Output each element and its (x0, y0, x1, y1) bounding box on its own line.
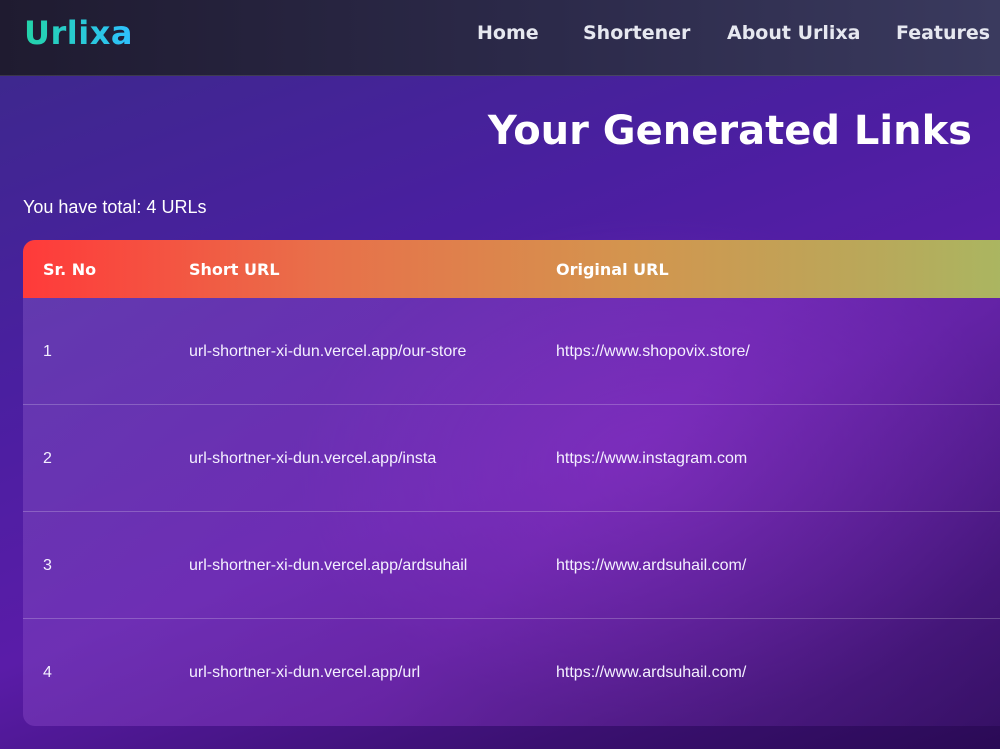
short-url-link[interactable]: url-shortner-xi-dun.vercel.app/our-store (189, 343, 466, 361)
table-body: 1 url-shortner-xi-dun.vercel.app/our-sto… (23, 298, 1000, 726)
table-row: 4 url-shortner-xi-dun.vercel.app/url htt… (23, 619, 1000, 726)
nav-link-about[interactable]: About Urlixa (727, 22, 860, 44)
table-row: 3 url-shortner-xi-dun.vercel.app/ardsuha… (23, 512, 1000, 619)
header-original-url: Original URL (556, 260, 669, 279)
links-table: Sr. No Short URL Original URL 1 url-shor… (23, 240, 1000, 726)
original-url-link[interactable]: https://www.shopovix.store/ (556, 343, 750, 361)
row-sr-no: 1 (43, 343, 52, 360)
short-url-link[interactable]: url-shortner-xi-dun.vercel.app/ardsuhail (189, 557, 467, 575)
short-url-link[interactable]: url-shortner-xi-dun.vercel.app/url (189, 664, 420, 682)
original-url-link[interactable]: https://www.ardsuhail.com/ (556, 664, 746, 682)
header-sr-no: Sr. No (43, 260, 97, 279)
short-url-link[interactable]: url-shortner-xi-dun.vercel.app/insta (189, 450, 436, 468)
nav-link-shortener[interactable]: Shortener (583, 22, 690, 44)
original-url-link[interactable]: https://www.instagram.com (556, 450, 747, 468)
original-url-link[interactable]: https://www.ardsuhail.com/ (556, 557, 746, 575)
nav-links: Home Shortener About Urlixa Features (0, 22, 1000, 46)
row-sr-no: 2 (43, 450, 52, 467)
nav-link-home[interactable]: Home (477, 22, 539, 44)
table-row: 2 url-shortner-xi-dun.vercel.app/insta h… (23, 405, 1000, 512)
total-urls-text: You have total: 4 URLs (23, 197, 207, 217)
table-row: 1 url-shortner-xi-dun.vercel.app/our-sto… (23, 298, 1000, 405)
row-sr-no: 4 (43, 664, 52, 681)
table-header: Sr. No Short URL Original URL (23, 240, 1000, 298)
navbar: Urlixa Home Shortener About Urlixa Featu… (0, 0, 1000, 76)
header-short-url: Short URL (189, 260, 280, 279)
page-title: Your Generated Links (487, 108, 972, 154)
nav-link-features[interactable]: Features (896, 22, 990, 44)
row-sr-no: 3 (43, 557, 52, 574)
